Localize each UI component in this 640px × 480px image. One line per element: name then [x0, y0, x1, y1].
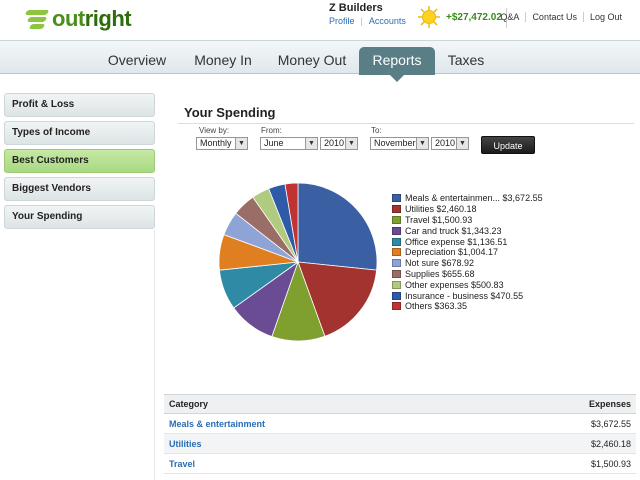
legend-label-5: Depreciation $1,004.17 — [405, 247, 499, 258]
from-month-value: June — [264, 138, 284, 148]
tab-money-in[interactable]: Money In — [186, 47, 260, 75]
legend-swatch-3 — [392, 226, 401, 235]
tab-taxes[interactable]: Taxes — [440, 47, 492, 75]
reports-sidebar: Profit & Loss Types of Income Best Custo… — [4, 93, 155, 233]
legend-item-3: Car and truck $1,343.23 — [392, 225, 543, 236]
legend-item-6: Not sure $678.92 — [392, 258, 543, 269]
profile-link[interactable]: Profile — [329, 16, 355, 26]
legend-item-2: Travel $1,500.93 — [392, 215, 543, 226]
pie-legend: Meals & entertainmen... $3,672.55 Utiliti… — [392, 193, 543, 312]
sidebar-item-your-spending[interactable]: Your Spending — [4, 205, 155, 229]
spending-pie-chart — [218, 182, 378, 342]
from-month-select[interactable]: June ▼ — [260, 137, 318, 150]
legend-label-3: Car and truck $1,343.23 — [405, 225, 502, 236]
top-links: Q&A Contact Us Log Out — [494, 12, 628, 22]
legend-label-1: Utilities $2,460.18 — [405, 204, 477, 215]
legend-swatch-6 — [392, 259, 401, 268]
qa-link[interactable]: Q&A — [494, 12, 525, 22]
legend-item-8: Other expenses $500.83 — [392, 279, 543, 290]
sun-icon — [418, 6, 440, 28]
to-year-select[interactable]: 2010 ▼ — [431, 137, 469, 150]
tab-reports[interactable]: Reports — [359, 47, 435, 75]
table-row: Utilities $2,460.18 — [164, 434, 636, 454]
top-bar: outright Z Builders Profile | Accounts +… — [0, 0, 640, 40]
legend-label-9: Insurance - business $470.55 — [405, 290, 524, 301]
to-label: To: — [371, 126, 382, 135]
category-link-meals[interactable]: Meals & entertainment — [169, 419, 265, 429]
legend-label-8: Other expenses $500.83 — [405, 279, 504, 290]
category-link-utilities[interactable]: Utilities — [169, 439, 202, 449]
page-title: Your Spending — [184, 105, 276, 120]
legend-swatch-8 — [392, 280, 401, 289]
sidebar-item-profit-loss[interactable]: Profit & Loss — [4, 93, 155, 117]
company-links: Profile | Accounts — [329, 16, 406, 26]
title-divider — [178, 123, 634, 124]
chevron-down-icon: ▼ — [416, 138, 428, 149]
expense-amount: $3,672.55 — [590, 418, 631, 429]
contact-us-link[interactable]: Contact Us — [525, 12, 583, 22]
sidebar-panel — [4, 230, 155, 480]
chevron-down-icon: ▼ — [305, 138, 317, 149]
legend-label-10: Others $363.35 — [405, 301, 468, 312]
chevron-down-icon: ▼ — [235, 138, 247, 149]
tab-overview[interactable]: Overview — [100, 47, 174, 75]
legend-swatch-4 — [392, 237, 401, 246]
active-tab-pointer — [389, 74, 405, 82]
legend-item-10: Others $363.35 — [392, 301, 543, 312]
log-out-link[interactable]: Log Out — [582, 12, 628, 22]
sidebar-item-biggest-vendors[interactable]: Biggest Vendors — [4, 177, 155, 201]
from-year-value: 2010 — [324, 138, 345, 148]
legend-swatch-7 — [392, 269, 401, 278]
view-by-select[interactable]: Monthly ▼ — [196, 137, 248, 150]
legend-item-7: Supplies $655.68 — [392, 269, 543, 280]
accounts-link[interactable]: Accounts — [369, 16, 406, 26]
sidebar-item-best-customers[interactable]: Best Customers — [4, 149, 155, 173]
table-row: Meals & entertainment $3,672.55 — [164, 414, 636, 434]
to-month-value: November — [374, 138, 416, 148]
legend-item-0: Meals & entertainmen... $3,672.55 — [392, 193, 543, 204]
chevron-down-icon: ▼ — [456, 138, 468, 149]
column-category: Category — [169, 399, 209, 409]
logo-stripes-icon — [22, 8, 50, 30]
from-label: From: — [261, 126, 282, 135]
to-month-select[interactable]: November ▼ — [370, 137, 429, 150]
legend-swatch-10 — [392, 302, 401, 311]
logo-wordmark: outright — [52, 6, 132, 31]
category-link-travel[interactable]: Travel — [169, 459, 195, 469]
legend-item-5: Depreciation $1,004.17 — [392, 247, 543, 258]
table-header: Category Expenses — [164, 394, 636, 414]
legend-item-4: Office expense $1,136.51 — [392, 236, 543, 247]
spending-table: Category Expenses Meals & entertainment … — [164, 394, 636, 474]
legend-swatch-0 — [392, 194, 401, 203]
legend-label-2: Travel $1,500.93 — [405, 214, 473, 225]
main-nav: Overview Money In Money Out Reports Taxe… — [0, 40, 640, 75]
update-button[interactable]: Update — [481, 136, 535, 154]
view-by-label: View by: — [199, 126, 230, 135]
expense-amount: $2,460.18 — [590, 438, 631, 449]
pie-slice-0 — [297, 182, 378, 271]
legend-item-9: Insurance - business $470.55 — [392, 290, 543, 301]
column-expenses: Expenses — [588, 399, 631, 409]
legend-swatch-1 — [392, 205, 401, 214]
outright-logo[interactable]: outright — [22, 6, 132, 32]
from-year-select[interactable]: 2010 ▼ — [320, 137, 358, 150]
sidebar-item-types-of-income[interactable]: Types of Income — [4, 121, 155, 145]
expense-amount: $1,500.93 — [590, 458, 631, 469]
chevron-down-icon: ▼ — [345, 138, 357, 149]
legend-label-7: Supplies $655.68 — [405, 268, 475, 279]
legend-label-6: Not sure $678.92 — [405, 258, 475, 269]
view-by-value: Monthly — [200, 138, 232, 148]
table-row: Travel $1,500.93 — [164, 454, 636, 474]
legend-swatch-2 — [392, 215, 401, 224]
legend-label-0: Meals & entertainmen... $3,672.55 — [405, 193, 543, 204]
legend-item-1: Utilities $2,460.18 — [392, 204, 543, 215]
company-name: Z Builders — [329, 2, 383, 14]
legend-swatch-9 — [392, 291, 401, 300]
legend-swatch-5 — [392, 248, 401, 257]
legend-label-4: Office expense $1,136.51 — [405, 236, 508, 247]
tab-money-out[interactable]: Money Out — [272, 47, 352, 75]
to-year-value: 2010 — [435, 138, 456, 148]
